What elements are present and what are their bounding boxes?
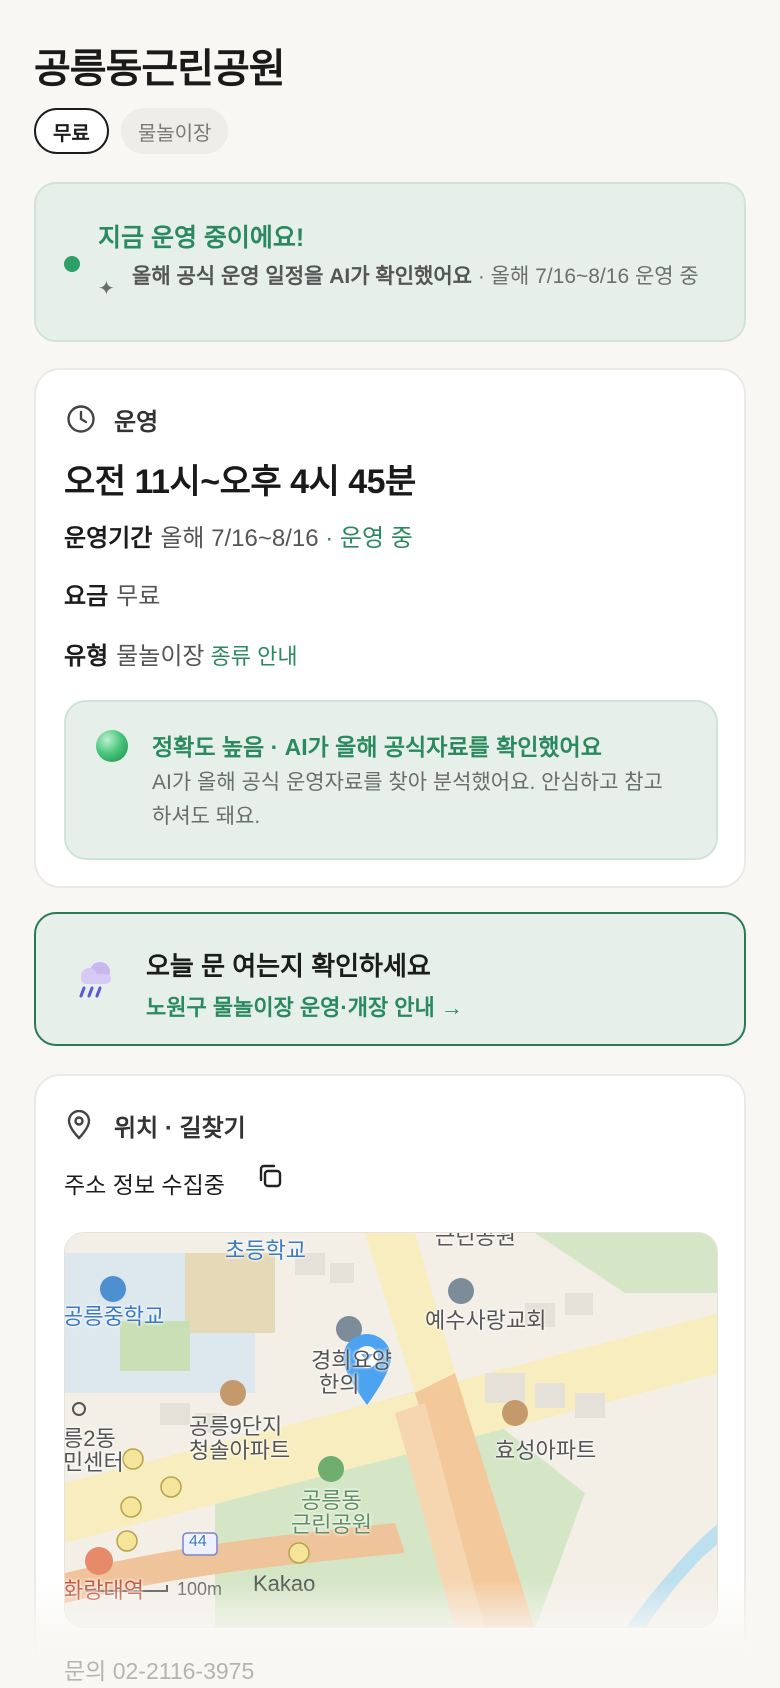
rain-cloud-icon [79, 962, 111, 998]
status-sub-rest: · 올해 7/16~8/16 운영 중 [471, 265, 699, 288]
status-card: 지금 운영 중이에요! ✦ 올해 공식 운영 일정을 AI가 확인했어요 · 올… [34, 182, 746, 342]
map-label-church: 예수사랑교회 [425, 1308, 547, 1333]
operating-hours: 오전 11시~오후 4시 45분 [64, 463, 416, 501]
map-background [65, 1233, 717, 1627]
sparkle-icon: ✦ [98, 278, 115, 300]
copy-icon[interactable] [256, 1162, 284, 1190]
map-label-hospital-2: 한의 [319, 1372, 360, 1397]
check-open-card[interactable]: 오늘 문 여는지 확인하세요 노원구 물놀이장 운영·개장 안내 → [34, 912, 746, 1046]
period-row: 운영기간 올해 7/16~8/16 · 운영 중 [64, 518, 413, 553]
check-title: 오늘 문 여는지 확인하세요 [146, 951, 431, 981]
accuracy-text: AI가 올해 공식 운영자료를 찾아 분석했어요. 안심하고 참고하셔도 돼요. [152, 771, 663, 828]
status-title: 지금 운영 중이에요! [98, 224, 305, 252]
fee-row: 요금 무료 [64, 576, 160, 611]
map-label-road-44: 44 [189, 1533, 207, 1550]
status-sub-bold: 올해 공식 운영 일정을 AI가 확인했어요 [132, 265, 472, 288]
type-value: 물놀이장 [116, 643, 205, 670]
tag-free[interactable]: 무료 [34, 108, 109, 154]
map-label-center-b: 민센터 [64, 1450, 124, 1475]
accuracy-box: 정확도 높음 · AI가 올해 공식자료를 확인했어요 AI가 올해 공식 운영… [64, 700, 718, 860]
operation-card: 운영 오전 11시~오후 4시 45분 운영기간 올해 7/16~8/16 · 운… [34, 368, 746, 888]
period-value: 올해 7/16~8/16 [160, 525, 319, 552]
clock-icon [67, 405, 95, 433]
status-subtitle: 올해 공식 운영 일정을 AI가 확인했어요 · 올해 7/16~8/16 운영… [132, 262, 722, 291]
period-status: · 운영 중 [318, 525, 413, 552]
map-label-park-top: 근린공원 [435, 1232, 516, 1249]
address-text: 주소 정보 수집중 [64, 1172, 225, 1198]
location-pin-icon [67, 1110, 91, 1140]
tag-water-playground[interactable]: 물놀이장 [120, 108, 229, 154]
location-section-label: 위치 · 길찾기 [114, 1115, 246, 1142]
map-label-apt-cheongsol: 청솔아파트 [189, 1438, 291, 1463]
tag-list: 무료 물놀이장 [34, 108, 229, 154]
page-title: 공릉동근린공원 [34, 47, 286, 91]
map-label-elementary: 초등학교 [225, 1238, 306, 1263]
type-key: 유형 [64, 643, 109, 670]
contact-text[interactable]: 문의 02-2116-3975 [64, 1652, 254, 1686]
map-label-apt-hyosung: 효성아파트 [495, 1438, 597, 1463]
check-link[interactable]: 노원구 물놀이장 운영·개장 안내 → [146, 990, 463, 1022]
type-guide-link[interactable]: 종류 안내 [211, 644, 298, 669]
operation-section-label: 운영 [114, 409, 159, 436]
page: 공릉동근린공원 무료 물놀이장 지금 운영 중이에요! ✦ 올해 공식 운영 일… [0, 0, 780, 1688]
status-dot [64, 256, 80, 272]
fee-value: 무료 [116, 583, 161, 610]
map-label-park-b: 근린공원 [291, 1512, 372, 1537]
accuracy-title: 정확도 높음 · AI가 올해 공식자료를 확인했어요 [152, 734, 602, 760]
type-row: 유형 물놀이장 종류 안내 [64, 636, 298, 671]
accuracy-ball-icon [96, 730, 128, 762]
fee-key: 요금 [64, 583, 109, 610]
period-key: 운영기간 [64, 525, 153, 552]
map-label-middle-school: 공릉중학교 [64, 1304, 165, 1329]
map-view[interactable]: 초등학교 근린공원 공릉중학교 예수사랑교회 경희요양 한의 공릉9단지 청솔아… [64, 1232, 718, 1628]
